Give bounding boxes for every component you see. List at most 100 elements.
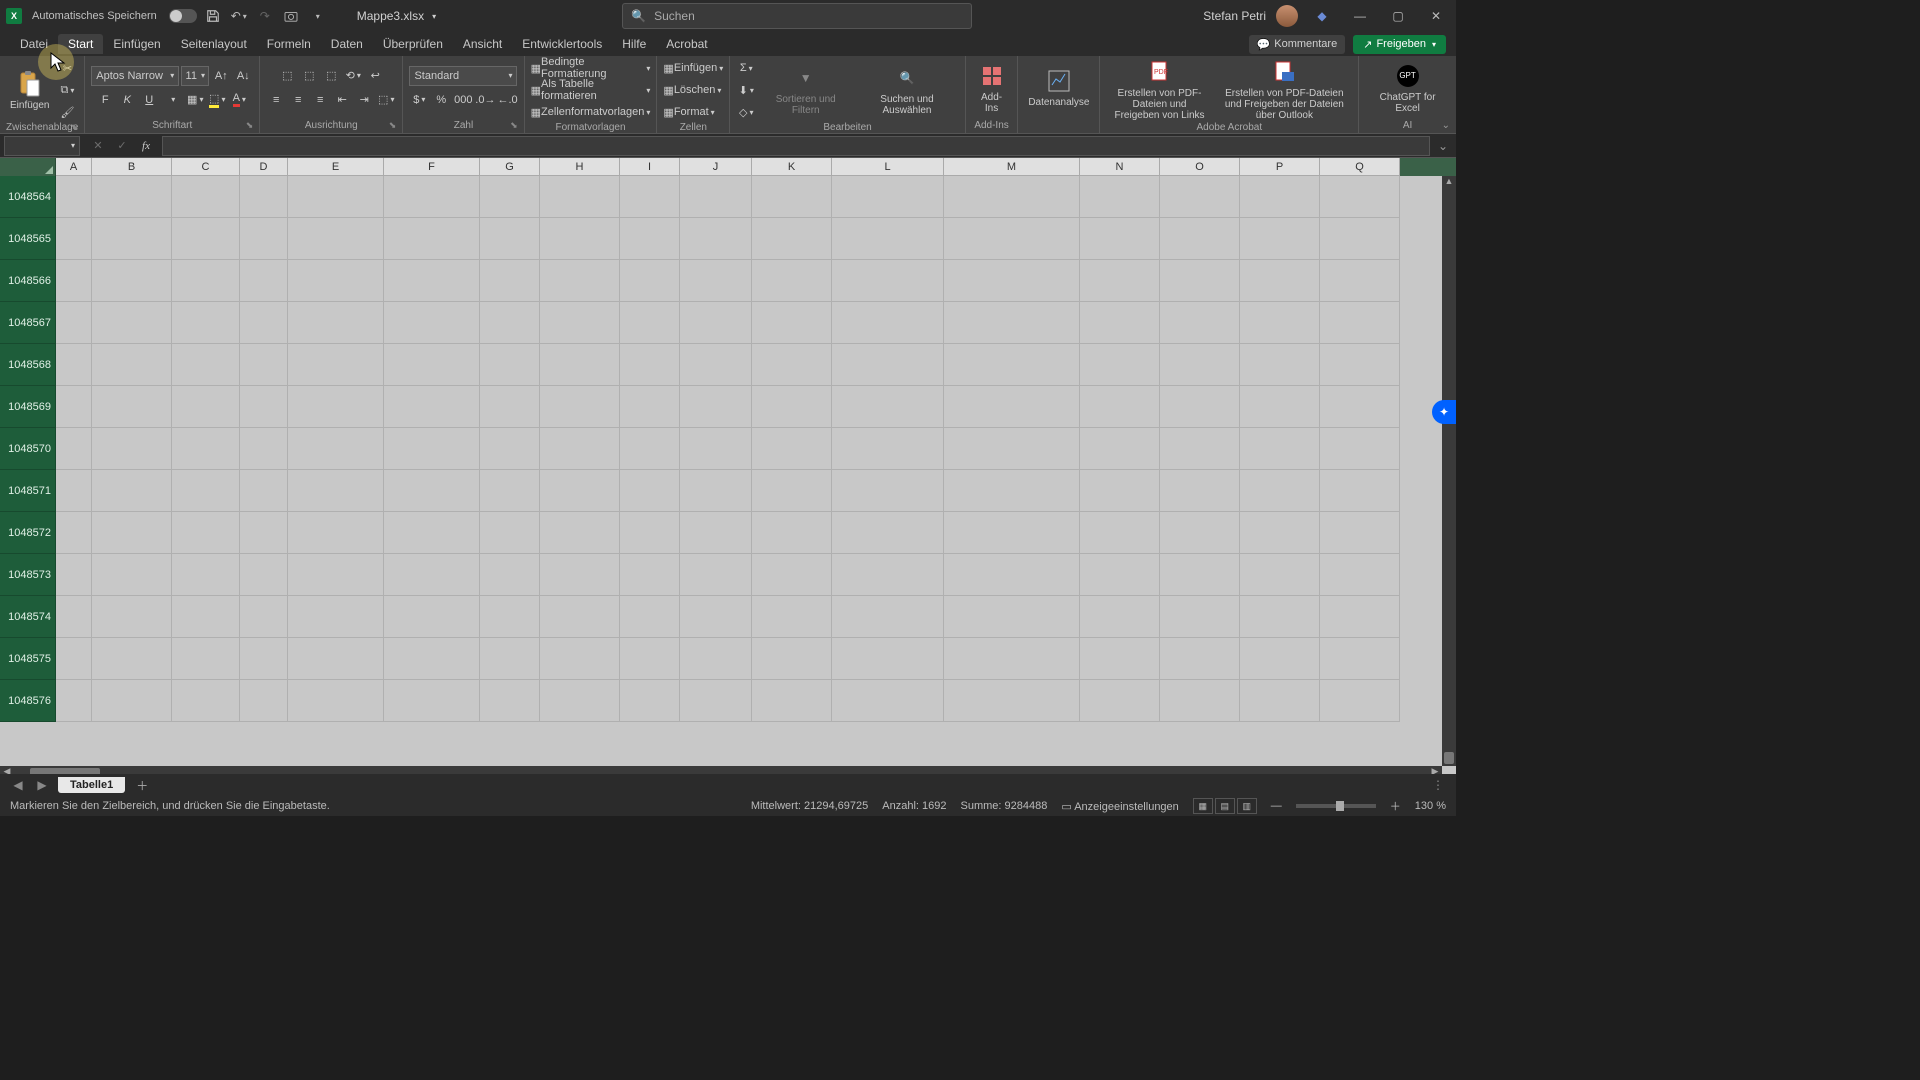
cell[interactable] [172, 680, 240, 722]
cell[interactable] [832, 386, 944, 428]
cell[interactable] [480, 386, 540, 428]
cell[interactable] [288, 386, 384, 428]
cell[interactable] [1080, 470, 1160, 512]
cell[interactable] [1240, 344, 1320, 386]
cell[interactable] [92, 428, 172, 470]
cell[interactable] [1080, 680, 1160, 722]
cell[interactable] [832, 470, 944, 512]
align-top-button[interactable]: ⬚ [277, 66, 297, 86]
cell[interactable] [1080, 638, 1160, 680]
cell[interactable] [1320, 680, 1400, 722]
cell[interactable] [1320, 554, 1400, 596]
cell[interactable] [240, 554, 288, 596]
cell[interactable] [752, 218, 832, 260]
row-header[interactable]: 1048566 [0, 260, 56, 302]
cell[interactable] [1160, 176, 1240, 218]
cell[interactable] [620, 638, 680, 680]
column-header[interactable]: F [384, 158, 480, 176]
cell[interactable] [1240, 260, 1320, 302]
cell[interactable] [480, 554, 540, 596]
cell[interactable] [92, 176, 172, 218]
cell[interactable] [288, 680, 384, 722]
cell[interactable] [1160, 680, 1240, 722]
autosum-button[interactable]: Σ▾ [736, 58, 756, 78]
rows-area[interactable]: 1048564104856510485661048567104856810485… [0, 176, 1442, 766]
scroll-up-icon[interactable]: ▲ [1442, 176, 1456, 188]
cell[interactable] [56, 218, 92, 260]
cell[interactable] [680, 344, 752, 386]
cell[interactable] [1160, 302, 1240, 344]
dialog-launcher-icon[interactable]: ⬊ [246, 120, 254, 131]
cell[interactable] [384, 386, 480, 428]
cell[interactable] [540, 428, 620, 470]
cell[interactable] [1240, 638, 1320, 680]
tab-datei[interactable]: Datei [10, 34, 58, 54]
column-header[interactable]: K [752, 158, 832, 176]
cell[interactable] [832, 596, 944, 638]
data-analysis-button[interactable]: Datenanalyse [1024, 67, 1093, 108]
number-format-combo[interactable]: Standard▾ [409, 66, 517, 86]
merge-button[interactable]: ⬚▾ [376, 90, 396, 110]
cell[interactable] [680, 596, 752, 638]
zoom-slider[interactable] [1296, 804, 1376, 808]
zoom-out-button[interactable]: — [1271, 800, 1282, 812]
wrap-text-button[interactable]: ↩ [365, 66, 385, 86]
cell[interactable] [540, 218, 620, 260]
cell[interactable] [832, 344, 944, 386]
row-header[interactable]: 1048571 [0, 470, 56, 512]
share-button[interactable]: ↗ Freigeben ▾ [1353, 35, 1446, 54]
cell[interactable] [1240, 428, 1320, 470]
cell[interactable] [944, 428, 1080, 470]
cell[interactable] [1160, 470, 1240, 512]
close-button[interactable]: ✕ [1422, 6, 1450, 26]
vertical-scrollbar[interactable]: ▲ [1442, 176, 1456, 766]
font-color-button[interactable]: A▾ [229, 90, 249, 110]
cell[interactable] [384, 344, 480, 386]
comments-button[interactable]: 💬 Kommentare [1249, 35, 1346, 54]
cell[interactable] [752, 428, 832, 470]
zoom-level[interactable]: 130 % [1415, 800, 1446, 812]
cell[interactable] [1080, 260, 1160, 302]
cell[interactable] [56, 302, 92, 344]
cell[interactable] [680, 512, 752, 554]
decrease-font-button[interactable]: A↓ [233, 66, 253, 86]
cell[interactable] [540, 554, 620, 596]
cell[interactable] [56, 470, 92, 512]
cell[interactable] [56, 512, 92, 554]
view-page-layout-button[interactable]: ▤ [1215, 798, 1235, 814]
cell[interactable] [172, 302, 240, 344]
cell[interactable] [92, 512, 172, 554]
cell[interactable] [56, 554, 92, 596]
cut-button[interactable]: ✂ [57, 58, 77, 78]
cell[interactable] [172, 638, 240, 680]
expand-formula-bar-button[interactable]: ⌄ [1436, 139, 1450, 153]
display-settings-button[interactable]: ▭ Anzeigeeinstellungen [1061, 800, 1178, 813]
column-header[interactable]: J [680, 158, 752, 176]
cell[interactable] [620, 302, 680, 344]
cell[interactable] [288, 344, 384, 386]
cell[interactable] [288, 512, 384, 554]
cell[interactable] [172, 596, 240, 638]
paste-button[interactable]: Einfügen [6, 70, 53, 111]
cell[interactable] [1080, 428, 1160, 470]
cell[interactable] [1080, 344, 1160, 386]
cell[interactable] [384, 680, 480, 722]
cell[interactable] [1160, 218, 1240, 260]
cell[interactable] [1080, 512, 1160, 554]
cell[interactable] [540, 512, 620, 554]
tab-ansicht[interactable]: Ansicht [453, 34, 512, 54]
cell[interactable] [1320, 260, 1400, 302]
cell[interactable] [240, 512, 288, 554]
cell[interactable] [540, 470, 620, 512]
cell[interactable] [172, 512, 240, 554]
cell[interactable] [288, 218, 384, 260]
format-as-table-button[interactable]: ▦ Als Tabelle formatieren▾ [531, 80, 651, 100]
cell[interactable] [480, 470, 540, 512]
user-avatar[interactable] [1276, 5, 1298, 27]
column-header[interactable]: C [172, 158, 240, 176]
save-icon[interactable] [203, 6, 223, 26]
cell[interactable] [1160, 554, 1240, 596]
vscroll-thumb[interactable] [1444, 752, 1454, 764]
cell[interactable] [480, 218, 540, 260]
cell[interactable] [92, 344, 172, 386]
